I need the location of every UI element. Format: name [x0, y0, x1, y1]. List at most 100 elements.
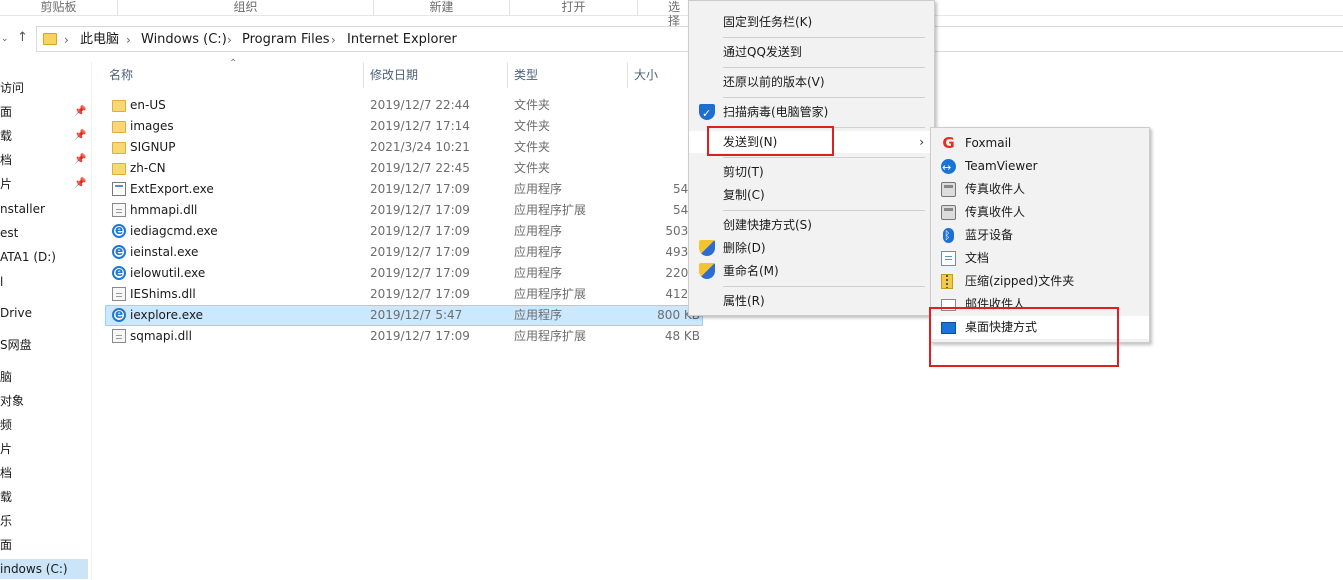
menu-item-label: 创建快捷方式(S) — [723, 218, 812, 232]
sidebar-item-downloads[interactable]: 载 — [0, 126, 12, 146]
sidebar-item-documents-pc[interactable]: 档 — [0, 463, 12, 483]
file-date: 2019/12/7 17:09 — [370, 245, 470, 259]
column-header-date[interactable]: 修改日期 — [370, 64, 418, 86]
file-row[interactable]: SIGNUP 2021/3/24 10:21 文件夹 — [105, 137, 703, 158]
address-bar[interactable]: › 此电脑 › Windows (C:) › Program Files › I… — [36, 26, 696, 52]
menu-item-rename[interactable]: 重命名(M) — [689, 260, 934, 282]
chevron-down-icon[interactable]: ⌄ — [1, 31, 9, 47]
column-divider[interactable] — [627, 62, 628, 88]
file-row[interactable]: hmmapi.dll 2019/12/7 17:09 应用程序扩展 54 K — [105, 200, 703, 221]
pin-icon: 📌 — [74, 130, 87, 141]
sidebar-item-documents[interactable]: 档 — [0, 150, 12, 170]
ie-icon — [112, 244, 126, 259]
sort-ascending-icon: ⌃ — [229, 58, 238, 69]
sidebar-item-pictures[interactable]: 片 — [0, 174, 12, 194]
ribbon-group-select[interactable]: 选择 — [638, 0, 688, 28]
file-type: 文件夹 — [514, 161, 551, 175]
file-row[interactable]: IEShims.dll 2019/12/7 17:09 应用程序扩展 412 K — [105, 284, 703, 305]
menu-item-delete[interactable]: 删除(D) — [689, 237, 934, 259]
sidebar-item-videos[interactable]: 频 — [0, 415, 12, 435]
file-row[interactable]: en-US 2019/12/7 22:44 文件夹 — [105, 95, 703, 116]
file-name: iediagcmd.exe — [130, 224, 218, 238]
send-to-fax-recipient[interactable]: 传真收件人 — [931, 178, 1149, 201]
file-row[interactable]: iediagcmd.exe 2019/12/7 17:09 应用程序 503 K — [105, 221, 703, 242]
menu-separator — [723, 286, 925, 287]
sidebar-item-desktop-pc[interactable]: 面 — [0, 535, 12, 555]
file-type: 应用程序扩展 — [514, 287, 587, 301]
menu-item-scan-virus[interactable]: 扫描病毒(电脑管家) — [689, 101, 934, 125]
menu-item-properties[interactable]: 属性(R) — [689, 290, 934, 312]
menu-item-label: 扫描病毒(电脑管家) — [723, 105, 829, 119]
uac-shield-icon — [699, 263, 715, 279]
fax-icon — [941, 182, 956, 197]
file-date: 2019/12/7 17:09 — [370, 266, 470, 280]
file-name: ielowutil.exe — [130, 266, 206, 280]
breadcrumb-drive-c[interactable]: Windows (C:) — [141, 32, 227, 48]
menu-item-label: 通过QQ发送到 — [723, 45, 802, 59]
menu-separator — [723, 37, 925, 38]
column-header-type[interactable]: 类型 — [514, 64, 538, 86]
bluetooth-icon — [943, 224, 954, 247]
ribbon-group-new[interactable]: 新建 — [374, 0, 510, 16]
sidebar-item-windows-c[interactable]: indows (C:) — [0, 559, 88, 579]
menu-item-create-shortcut[interactable]: 创建快捷方式(S) — [689, 214, 934, 236]
sidebar-item-test[interactable]: est — [0, 223, 18, 243]
file-row[interactable]: zh-CN 2019/12/7 22:45 文件夹 — [105, 158, 703, 179]
chevron-right-icon[interactable]: › — [126, 32, 131, 48]
send-to-foxmail[interactable]: G Foxmail — [931, 132, 1149, 155]
file-row[interactable]: sqmapi.dll 2019/12/7 17:09 应用程序扩展 48 KB — [105, 326, 703, 347]
sidebar-item-quick-access[interactable]: 访问 — [0, 78, 24, 98]
arrow-up-icon[interactable]: ↑ — [17, 30, 28, 46]
file-row[interactable]: ExtExport.exe 2019/12/7 17:09 应用程序 54 K — [105, 179, 703, 200]
submenu-item-label: 传真收件人 — [965, 182, 1026, 196]
send-to-documents[interactable]: 文档 — [931, 247, 1149, 270]
file-row[interactable]: images 2019/12/7 17:14 文件夹 — [105, 116, 703, 137]
send-to-fax-recipient-2[interactable]: 传真收件人 — [931, 201, 1149, 224]
sidebar-item-installer[interactable]: nstaller — [0, 199, 45, 219]
sidebar-item-onedrive[interactable]: Drive — [0, 303, 32, 323]
menu-item-copy[interactable]: 复制(C) — [689, 184, 934, 206]
file-type: 应用程序 — [514, 182, 563, 196]
sidebar-item-music[interactable]: 乐 — [0, 511, 12, 531]
column-header-name[interactable]: 名称 — [109, 64, 133, 86]
column-divider[interactable] — [363, 62, 364, 88]
sidebar-item-desktop[interactable]: 面 — [0, 102, 12, 122]
menu-item-label: 复制(C) — [723, 188, 765, 202]
sidebar-item-downloads-pc[interactable]: 载 — [0, 487, 12, 507]
shield-icon — [699, 103, 715, 125]
send-to-bluetooth[interactable]: 蓝牙设备 — [931, 224, 1149, 247]
chevron-right-icon[interactable]: › — [64, 32, 69, 48]
sidebar-item-this-pc[interactable]: 脑 — [0, 367, 12, 387]
file-name: iexplore.exe — [130, 308, 204, 322]
file-row[interactable]: ieinstal.exe 2019/12/7 17:09 应用程序 493 K — [105, 242, 703, 263]
chevron-right-icon[interactable]: › — [331, 32, 336, 48]
menu-item-restore-previous-versions[interactable]: 还原以前的版本(V) — [689, 71, 934, 93]
chevron-right-icon[interactable]: › — [227, 32, 232, 48]
send-to-teamviewer[interactable]: TeamViewer — [931, 155, 1149, 179]
exe-icon — [112, 182, 126, 196]
menu-item-cut[interactable]: 剪切(T) — [689, 161, 934, 183]
column-divider[interactable] — [507, 62, 508, 88]
menu-item-label: 剪切(T) — [723, 165, 764, 179]
ribbon-group-open[interactable]: 打开 — [510, 0, 638, 16]
breadcrumb-program-files[interactable]: Program Files — [242, 32, 330, 48]
ribbon-group-clipboard[interactable]: 剪贴板 — [0, 0, 118, 16]
breadcrumb-internet-explorer[interactable]: Internet Explorer — [347, 32, 457, 48]
file-row-selected[interactable]: iexplore.exe 2019/12/7 5:47 应用程序 800 KB — [105, 305, 703, 326]
sidebar-item-pictures-pc[interactable]: 片 — [0, 439, 12, 459]
breadcrumb-this-pc[interactable]: 此电脑 — [80, 32, 119, 48]
column-header-size[interactable]: 大小 — [634, 64, 658, 86]
folder-icon — [43, 33, 57, 45]
address-bar-extension[interactable] — [935, 26, 1343, 52]
file-row[interactable]: ielowutil.exe 2019/12/7 17:09 应用程序 220 K — [105, 263, 703, 284]
sidebar-item-wps-cloud[interactable]: S网盘 — [0, 335, 32, 355]
sidebar-item-data1-d[interactable]: ATA1 (D:) — [0, 247, 56, 267]
send-to-zip-folder[interactable]: 压缩(zipped)文件夹 — [931, 270, 1149, 293]
sidebar-item-3d-objects[interactable]: 对象 — [0, 391, 24, 411]
menu-item-send-via-qq[interactable]: 通过QQ发送到 — [689, 41, 934, 63]
file-date: 2019/12/7 17:09 — [370, 203, 470, 217]
sidebar-item-l[interactable]: l — [0, 272, 3, 292]
file-date: 2019/12/7 17:14 — [370, 119, 470, 133]
ribbon-group-organize[interactable]: 组织 — [118, 0, 374, 16]
menu-item-pin-to-taskbar[interactable]: 固定到任务栏(K) — [689, 11, 934, 33]
